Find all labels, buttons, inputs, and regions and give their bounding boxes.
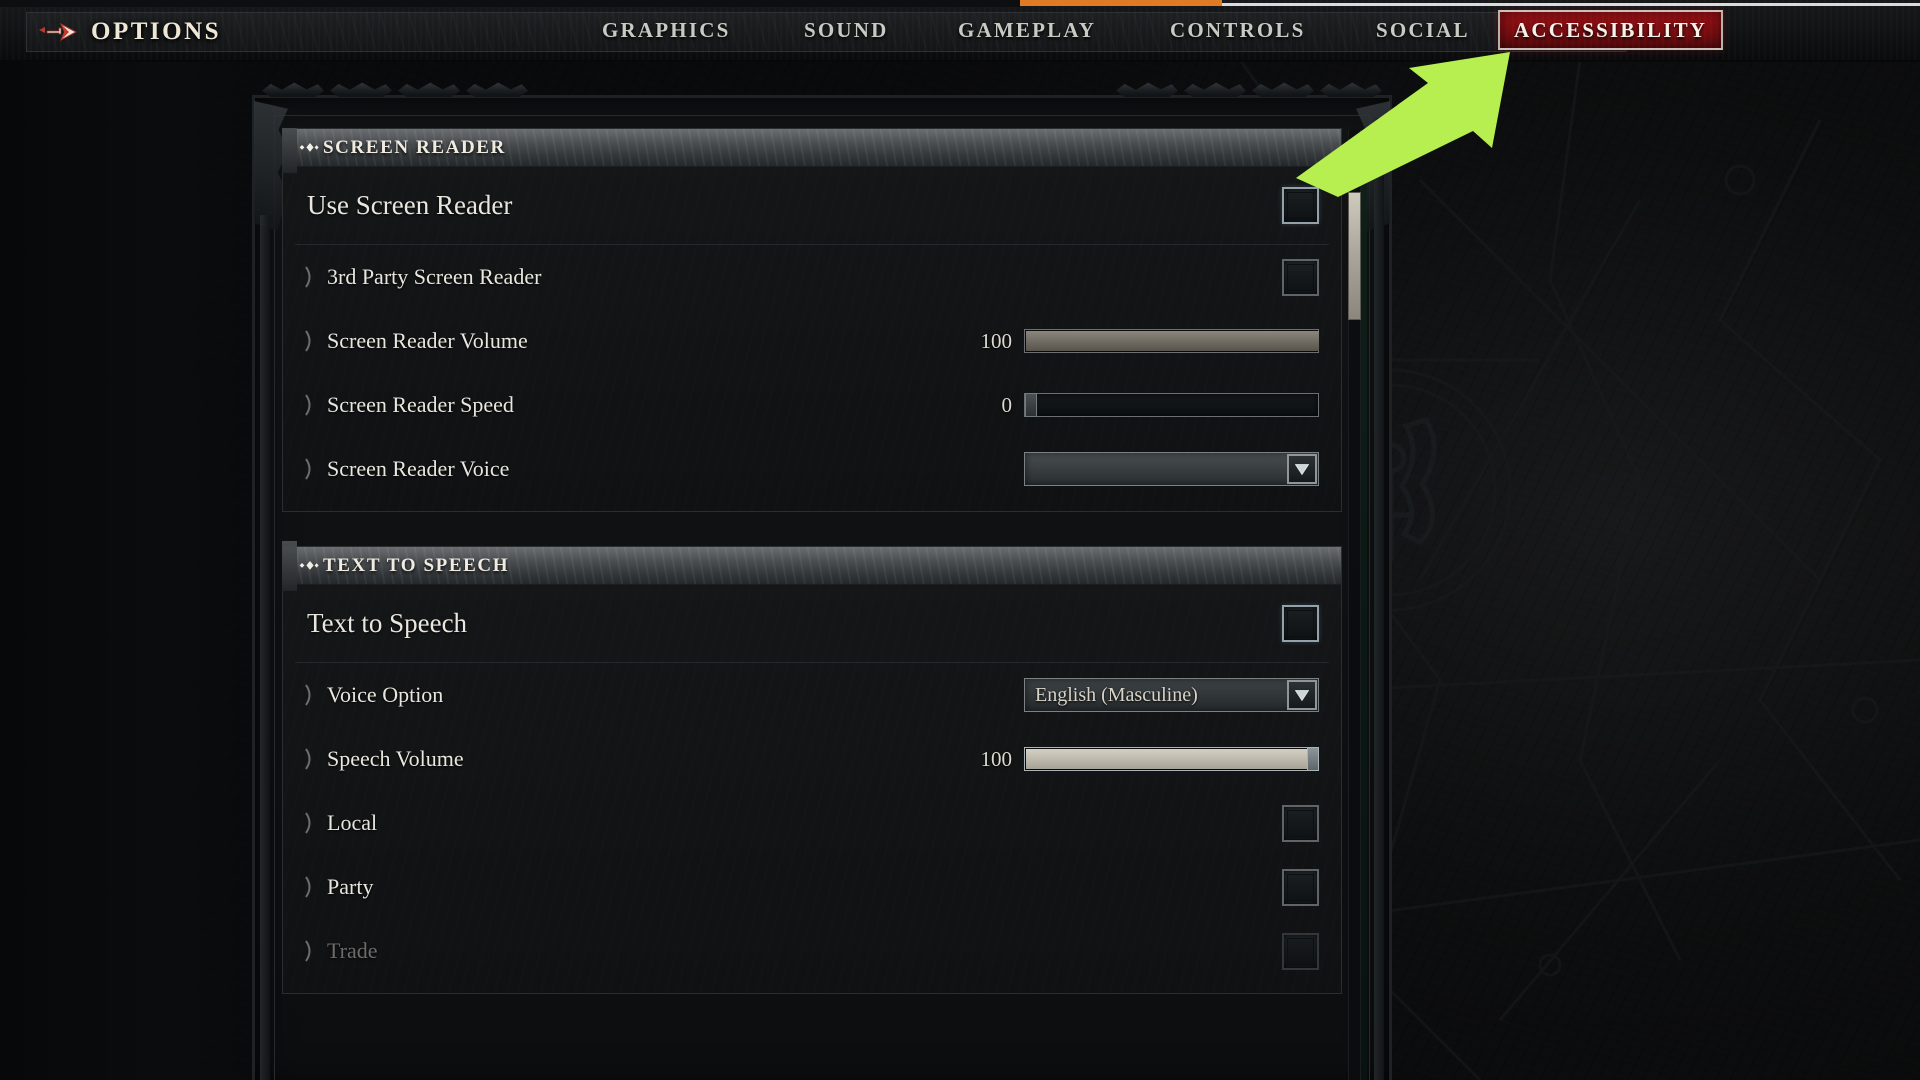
tab-controls[interactable]: CONTROLS <box>1156 10 1319 50</box>
setting-row-text-to-speech[interactable]: Text to Speech <box>295 585 1329 663</box>
settings-tab-bar: GRAPHICS SOUND GAMEPLAY CONTROLS SOCIAL ACCES… <box>0 0 1920 60</box>
setting-row-3rd-party-screen-reader[interactable]: 3rd Party Screen Reader <box>295 245 1329 309</box>
setting-row-speech-volume[interactable]: Speech Volume 100 <box>295 727 1329 791</box>
section-screen-reader: SCREEN READER Use Screen Reader 3rd Party … <box>282 128 1342 512</box>
slider-speech-volume[interactable] <box>1024 747 1319 771</box>
setting-row-screen-reader-speed[interactable]: Screen Reader Speed 0 <box>295 373 1329 437</box>
header-banner-ornament <box>282 541 297 591</box>
tab-label: SOUND <box>804 17 889 42</box>
white-edge-sliver <box>1222 3 1920 6</box>
setting-label: Screen Reader Volume <box>327 328 528 353</box>
slider-screen-reader-volume[interactable] <box>1024 329 1319 353</box>
sub-item-bullet-icon <box>303 876 319 898</box>
tab-label: GRAPHICS <box>602 17 731 42</box>
game-options-screen: SCREEN READER Use Screen Reader 3rd Party … <box>0 0 1920 1080</box>
setting-label: Voice Option <box>327 682 444 707</box>
slider-handle[interactable] <box>1307 747 1319 771</box>
checkbox-local[interactable] <box>1282 804 1319 842</box>
setting-label: Party <box>327 874 374 899</box>
orange-progress-sliver <box>1020 0 1222 6</box>
section-text-to-speech: TEXT TO SPEECH Text to Speech Voice Option… <box>282 541 1342 994</box>
sub-item-bullet-icon <box>303 812 319 834</box>
checkbox-3rd-party-screen-reader[interactable] <box>1282 258 1319 296</box>
options-title-plaque: OPTIONS <box>26 12 1626 52</box>
sub-item-bullet-icon <box>303 940 319 962</box>
dropdown-screen-reader-voice[interactable] <box>1024 452 1319 486</box>
page-title: OPTIONS <box>91 18 222 45</box>
section-body: Text to Speech Voice Option English (Mascu… <box>283 585 1341 993</box>
slider-fill <box>1026 331 1319 351</box>
left-vignette <box>0 0 270 1080</box>
slider-fill <box>1026 749 1307 769</box>
top-edge-sliver <box>0 0 1920 7</box>
scrollbar-thumb[interactable] <box>1348 192 1361 320</box>
section-title: SCREEN READER <box>323 136 506 158</box>
chevron-down-icon[interactable] <box>1287 454 1317 484</box>
setting-row-use-screen-reader[interactable]: Use Screen Reader <box>295 167 1329 245</box>
sub-item-bullet-icon <box>303 266 319 288</box>
dropdown-selected-value: English (Masculine) <box>1035 683 1198 706</box>
tab-gameplay[interactable]: GAMEPLAY <box>944 10 1110 50</box>
setting-label: 3rd Party Screen Reader <box>327 264 542 289</box>
setting-row-local[interactable]: Local <box>295 791 1329 855</box>
slider-handle[interactable] <box>1025 393 1037 417</box>
setting-row-screen-reader-voice[interactable]: Screen Reader Voice <box>295 437 1329 501</box>
setting-row-trade[interactable]: Trade <box>295 919 1329 983</box>
diamond-cluster-icon <box>299 559 319 573</box>
frame-edge-left <box>260 215 270 1080</box>
section-title: TEXT TO SPEECH <box>323 554 510 576</box>
tab-label: ACCESSIBILITY <box>1514 17 1708 42</box>
diamond-cluster-icon <box>299 141 319 155</box>
checkbox-use-screen-reader[interactable] <box>1282 187 1319 224</box>
setting-label: Trade <box>327 938 378 963</box>
tab-accessibility[interactable]: ACCESSIBILITY <box>1498 10 1724 50</box>
checkbox-text-to-speech[interactable] <box>1282 605 1319 642</box>
sub-item-bullet-icon <box>303 330 319 352</box>
slider-value-screen-reader-volume: 100 <box>980 328 1013 353</box>
slider-value-speech-volume: 100 <box>980 746 1013 771</box>
tab-label: GAMEPLAY <box>958 17 1097 42</box>
tab-sound[interactable]: SOUND <box>790 10 903 50</box>
section-header-text-to-speech: TEXT TO SPEECH <box>282 541 1341 591</box>
sub-item-bullet-icon <box>303 684 319 706</box>
settings-content: SCREEN READER Use Screen Reader 3rd Party … <box>282 128 1342 1078</box>
setting-label: Use Screen Reader <box>307 190 513 220</box>
checkbox-trade[interactable] <box>1282 932 1319 970</box>
checkbox-party[interactable] <box>1282 868 1319 906</box>
setting-label: Speech Volume <box>327 746 464 771</box>
slider-screen-reader-speed[interactable] <box>1024 393 1319 417</box>
sub-item-bullet-icon <box>303 748 319 770</box>
panel-right-post <box>1374 118 1384 1080</box>
top-bar: OPTIONS GRAPHICS SOUND GAMEPLAY CONTROLS SOC… <box>0 0 1920 62</box>
tab-label: SOCIAL <box>1376 17 1470 42</box>
sub-item-bullet-icon <box>303 458 319 480</box>
chevron-down-icon[interactable] <box>1287 680 1317 710</box>
tab-graphics[interactable]: GRAPHICS <box>588 10 744 50</box>
setting-row-party[interactable]: Party <box>295 855 1329 919</box>
sub-item-bullet-icon <box>303 394 319 416</box>
tab-social[interactable]: SOCIAL <box>1362 10 1484 50</box>
setting-row-voice-option[interactable]: Voice Option English (Masculine) <box>295 663 1329 727</box>
setting-row-screen-reader-volume[interactable]: Screen Reader Volume 100 <box>295 309 1329 373</box>
slider-value-screen-reader-speed: 0 <box>1001 392 1013 417</box>
setting-label: Screen Reader Voice <box>327 456 510 481</box>
tab-label: CONTROLS <box>1170 17 1306 42</box>
frame-spike-ornaments <box>252 81 1392 109</box>
section-body: Use Screen Reader 3rd Party Screen Reader… <box>283 167 1341 511</box>
arrow-right-icon <box>39 22 78 42</box>
setting-label: Local <box>327 810 378 835</box>
setting-label: Screen Reader Speed <box>327 392 514 417</box>
setting-label: Text to Speech <box>307 608 468 638</box>
dropdown-voice-option[interactable]: English (Masculine) <box>1024 678 1319 712</box>
scrollbar-rail <box>1361 130 1367 1080</box>
section-header-screen-reader: SCREEN READER <box>282 128 1341 173</box>
